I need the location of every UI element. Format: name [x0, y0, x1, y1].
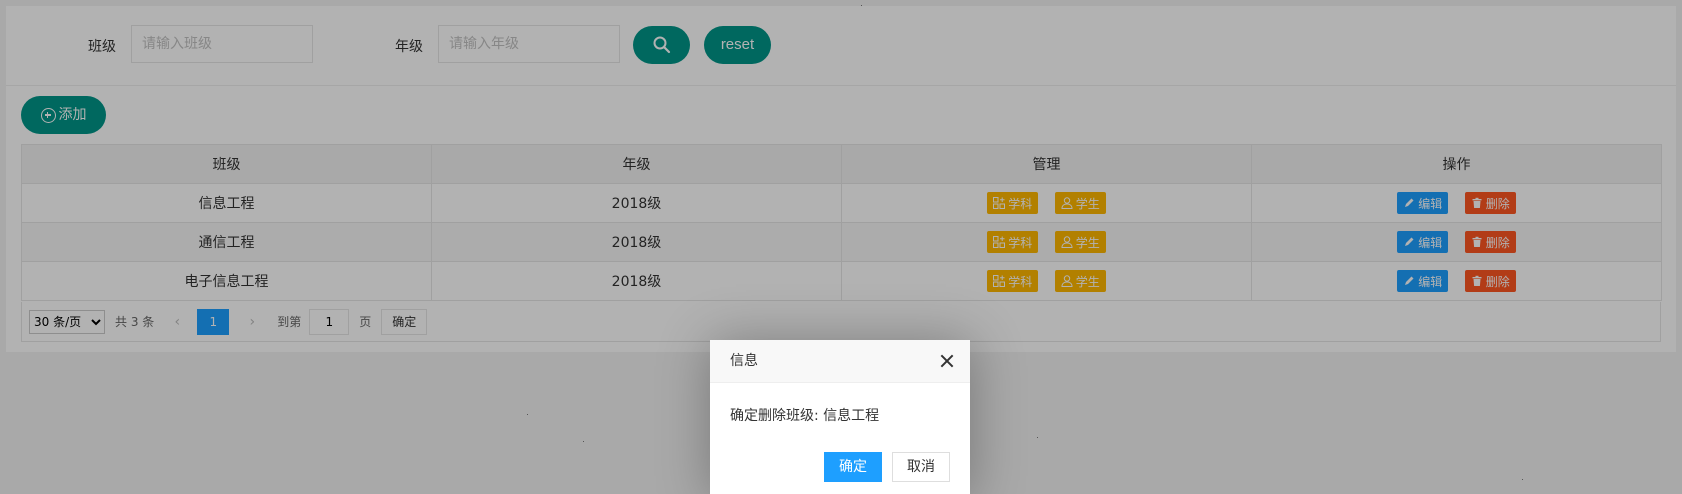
dialog-header: 信息 [710, 340, 970, 383]
noise-dot [527, 414, 528, 415]
noise-dot [1037, 437, 1038, 438]
confirm-dialog: 信息 确定删除班级: 信息工程 确定 取消 [710, 340, 970, 494]
noise-dot [1522, 479, 1523, 480]
page: 班级 年级 reset 添加 班级 年级 管理 [0, 0, 1682, 494]
noise-dot [583, 441, 584, 442]
noise-dot [861, 5, 862, 6]
dialog-title: 信息 [730, 353, 758, 369]
dialog-footer: 确定 取消 [824, 452, 950, 482]
dialog-message: 确定删除班级: 信息工程 [730, 408, 880, 424]
close-icon[interactable] [940, 354, 954, 368]
dialog-cancel-button[interactable]: 取消 [892, 452, 950, 482]
dialog-ok-button[interactable]: 确定 [824, 452, 882, 482]
